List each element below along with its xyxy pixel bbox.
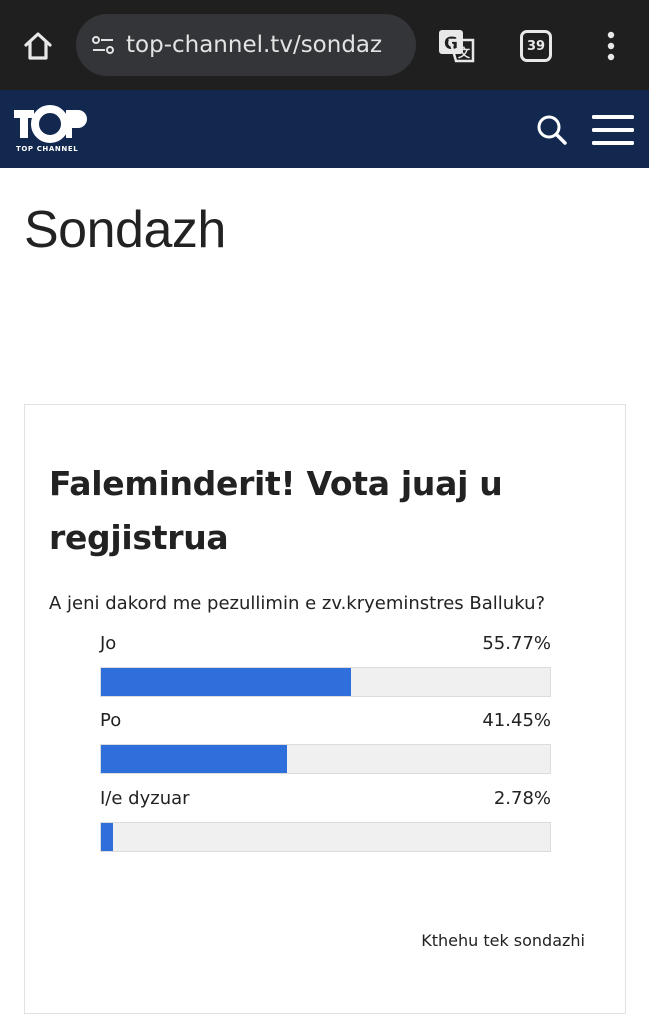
option-label: Jo <box>100 633 117 654</box>
option-bar-track <box>100 667 551 697</box>
home-icon[interactable] <box>18 26 58 66</box>
more-vert-icon[interactable] <box>596 28 626 64</box>
option-percent: 55.77% <box>482 633 551 654</box>
search-icon[interactable] <box>534 112 570 148</box>
page-title: Sondazh <box>24 201 226 259</box>
site-settings-icon[interactable] <box>90 32 116 58</box>
option-bar-track <box>100 744 551 774</box>
poll-results-card: Faleminderit! Vota juaj u regjistrua A j… <box>24 404 626 1014</box>
tab-switcher-icon[interactable]: 39 <box>520 30 552 62</box>
tab-count: 39 <box>526 38 546 54</box>
poll-question: A jeni dakord me pezullimin e zv.kryemin… <box>49 593 546 614</box>
browser-toolbar: top-channel.tv/sondaz G 文 39 <box>0 0 649 90</box>
back-to-poll-link[interactable]: Kthehu tek sondazhi <box>421 931 585 950</box>
hamburger-menu-icon[interactable] <box>590 113 636 147</box>
option-label: Po <box>100 710 122 731</box>
address-bar[interactable]: top-channel.tv/sondaz <box>76 14 416 76</box>
option-label: I/e dyzuar <box>100 788 190 809</box>
option-bar-fill <box>101 745 288 773</box>
poll-heading: Faleminderit! Vota juaj u regjistrua <box>49 464 503 557</box>
option-percent: 2.78% <box>493 788 551 809</box>
svg-text:文: 文 <box>458 45 471 60</box>
logo-text: TOP CHANNEL <box>16 145 79 153</box>
translate-icon[interactable]: G 文 <box>436 26 476 66</box>
option-bar-track <box>100 822 551 852</box>
option-bar-fill <box>101 823 114 851</box>
option-bar-fill <box>101 668 352 696</box>
url-text[interactable]: top-channel.tv/sondaz <box>126 32 382 58</box>
option-percent: 41.45% <box>482 710 551 731</box>
